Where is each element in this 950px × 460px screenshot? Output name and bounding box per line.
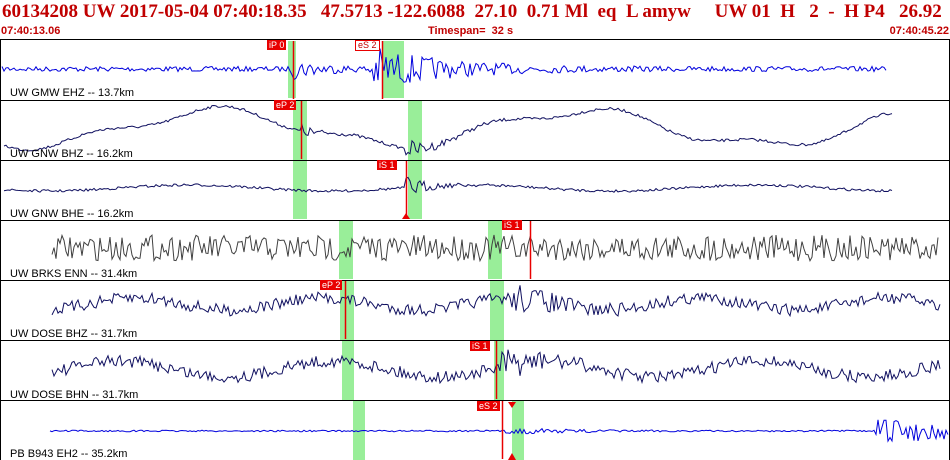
seismic-trace (49, 419, 949, 443)
trace-label-gnw-bhz: UW GNW BHZ -- 16.2km (10, 148, 133, 160)
pick-flag[interactable]: eS 2 (355, 40, 380, 51)
seismic-trace (3, 104, 893, 156)
analysis-window (408, 161, 422, 219)
analysis-window (512, 401, 524, 460)
trace-label-b943: PB B943 EH2 -- 35.2km (10, 448, 128, 460)
pick-flag[interactable]: iS 1 (377, 160, 397, 170)
analysis-window (494, 341, 504, 400)
analysis-window (342, 341, 354, 400)
pick-flag[interactable]: iS 1 (470, 341, 490, 351)
seismic-trace (1, 48, 887, 83)
pick-flag[interactable]: eP 2 (320, 280, 343, 290)
seismogram-viewer: 60134208 UW 2017-05-04 07:40:18.35 47.57… (0, 0, 950, 460)
pick-flag[interactable]: iP 0 (267, 40, 287, 50)
trace-panel[interactable] (0, 0, 950, 460)
pick-flag[interactable]: eS 2 (477, 401, 500, 411)
seismic-trace (3, 176, 893, 194)
trace-label-gnw-bhe: UW GNW BHE -- 16.2km (10, 208, 134, 220)
analysis-window (490, 281, 504, 340)
trace-label-dose-bhz: UW DOSE BHZ -- 31.7km (10, 328, 138, 340)
pick-flag[interactable]: eP 2 (274, 100, 297, 110)
pick-flag[interactable]: iS 1 (502, 220, 522, 230)
trace-label-dose-bhn: UW DOSE BHN -- 31.7km (10, 389, 139, 401)
trace-label-gmw: UW GMW EHZ -- 13.7km (10, 87, 135, 99)
trace-label-brks: UW BRKS ENN -- 31.4km (10, 268, 138, 280)
